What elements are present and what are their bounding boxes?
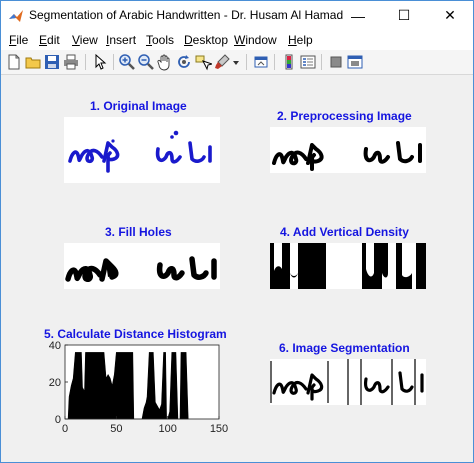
figure-toolbar	[1, 50, 473, 75]
x-tick-label: 150	[210, 423, 228, 435]
menu-desktop[interactable]: Desktop	[184, 33, 228, 47]
menu-edit[interactable]: Edit	[39, 33, 60, 47]
rotate-3d-icon[interactable]	[175, 53, 193, 71]
toolbar-separator	[113, 54, 114, 70]
menu-bar: File Edit View Insert Tools Desktop Wind…	[1, 30, 473, 50]
menu-view[interactable]: View	[72, 33, 98, 47]
original-image	[64, 117, 220, 183]
panel-1-title: 1. Original Image	[90, 99, 187, 113]
menu-help[interactable]: Help	[288, 33, 313, 47]
print-icon[interactable]	[62, 53, 80, 71]
panel-5-title: 5. Calculate Distance Histogram	[44, 327, 227, 341]
brush-icon[interactable]	[213, 53, 231, 71]
open-file-icon[interactable]	[24, 53, 42, 71]
link-plot-icon[interactable]	[252, 53, 270, 71]
figure-window: Segmentation of Arabic Handwritten - Dr.…	[0, 0, 474, 463]
toolbar-separator	[85, 54, 86, 70]
figure-canvas: 1. Original Image 2. Preprocessing Image	[1, 75, 473, 462]
title-bar[interactable]: Segmentation of Arabic Handwritten - Dr.…	[1, 1, 473, 30]
minimize-button[interactable]: —	[335, 1, 381, 30]
panel-2-title: 2. Preprocessing Image	[277, 109, 412, 123]
close-button[interactable]: ✕	[427, 1, 473, 30]
preprocessing-image	[270, 127, 426, 173]
save-icon[interactable]	[43, 53, 61, 71]
pan-hand-icon[interactable]	[156, 53, 174, 71]
legend-icon[interactable]	[299, 53, 317, 71]
new-figure-icon[interactable]	[5, 53, 23, 71]
toolbar-separator	[321, 54, 322, 70]
dot-mark	[173, 130, 179, 136]
hide-plot-tools-icon[interactable]	[327, 53, 345, 71]
y-tick-label: 40	[49, 341, 61, 352]
panel-4-title: 4. Add Vertical Density	[280, 225, 409, 239]
panel-3-title: 3. Fill Holes	[105, 225, 172, 239]
distance-histogram-chart: 0 50 100 150 0 20 40	[49, 341, 228, 435]
zoom-out-icon[interactable]	[137, 53, 155, 71]
x-tick-label: 100	[158, 423, 176, 435]
maximize-button[interactable]: ☐	[381, 1, 427, 30]
window-title: Segmentation of Arabic Handwritten - Dr.…	[29, 8, 344, 22]
x-tick-label: 0	[62, 423, 68, 435]
show-plot-tools-icon[interactable]	[346, 53, 364, 71]
dropdown-arrow-icon[interactable]	[231, 53, 241, 71]
data-cursor-icon[interactable]	[194, 53, 212, 71]
colorbar-icon[interactable]	[280, 53, 298, 71]
matlab-logo-icon	[9, 10, 23, 22]
menu-file[interactable]: File	[9, 33, 28, 47]
panel-6-title: 6. Image Segmentation	[279, 341, 410, 355]
menu-window[interactable]: Window	[234, 33, 277, 47]
menu-tools[interactable]: Tools	[146, 33, 174, 47]
segmentation-image	[270, 359, 426, 405]
toolbar-separator	[246, 54, 247, 70]
fill-holes-image	[64, 243, 220, 289]
x-tick-label: 50	[110, 423, 122, 435]
zoom-in-icon[interactable]	[118, 53, 136, 71]
toolbar-separator	[274, 54, 275, 70]
y-tick-label: 20	[49, 377, 61, 389]
menu-insert[interactable]: Insert	[106, 33, 136, 47]
select-arrow-icon[interactable]	[91, 53, 109, 71]
y-tick-label: 0	[55, 414, 61, 426]
vertical-density-image	[270, 243, 426, 289]
